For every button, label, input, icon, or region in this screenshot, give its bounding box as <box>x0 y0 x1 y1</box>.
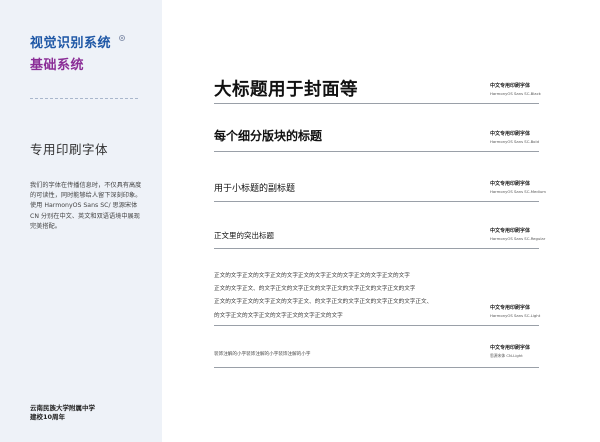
font-name: HarmonyOS Sans SC-Bold <box>490 139 539 144</box>
sample-serif-light: 装饰注解的小字装饰注解的小字装饰注解的小字 <box>214 352 311 357</box>
font-label: 中文专用印刷字体 <box>490 305 531 311</box>
sidebar: 视觉识别系统 基础系统 专用印刷字体 我们的字体在传播信息时，不仅具有高度的可读… <box>0 0 162 442</box>
body-line: 的文字正文的文字正文的文字正文的文字正文的文字 <box>214 312 343 319</box>
body-line: 正文的文字正文的文字正文的文字正文的文字正文的文字正文的文字正文的文字 <box>214 273 410 279</box>
sample-medium: 用于小标题的副标题 <box>214 184 296 194</box>
sample-regular: 正文里的突出标题 <box>214 231 274 240</box>
font-name: HarmonyOS Sans SC-Light <box>490 313 541 318</box>
font-label: 中文专用印刷字体 <box>490 131 531 137</box>
page-subtitle: 基础系统 <box>30 58 85 73</box>
section-heading: 专用印刷字体 <box>30 142 109 157</box>
body-line: 正文的文字正文、的文字正文的文字正文的文字正文的文字正文的文字正文的文字 <box>214 286 416 293</box>
section-description: 我们的字体在传播信息时，不仅具有高度的可读性，同时能够给人留下深刻印象。 使用 … <box>30 181 142 232</box>
page-title: 视觉识别系统 <box>30 36 112 51</box>
description-paragraph: 我们的字体在传播信息时，不仅具有高度的可读性，同时能够给人留下深刻印象。 <box>30 182 142 200</box>
row-divider <box>214 201 539 202</box>
font-name: HarmonyOS Sans SC-Medium <box>490 189 546 194</box>
sample-light-paragraph: 正文的文字正文的文字正文的文字正文的文字正文的文字正文的文字正文的文字 正文的文… <box>214 270 439 323</box>
font-label: 中文专用印刷字体 <box>490 345 531 351</box>
font-label: 中文专用印刷字体 <box>490 181 531 187</box>
font-name: HarmonyOS Sans SC-Black <box>490 91 541 96</box>
font-name: HarmonyOS Sans SC-Regular <box>490 236 546 241</box>
font-label: 中文专用印刷字体 <box>490 83 531 89</box>
school-name: 云南民族大学附属中学 <box>30 404 95 412</box>
school-anniversary: 建校10周年 <box>30 413 66 421</box>
font-label: 中文专用印刷字体 <box>490 228 531 234</box>
sample-bold: 每个细分版块的标题 <box>214 129 323 143</box>
body-line: 正文的文字正文的文字正文的文字正文、的文字正文的文字正文的文字正文的文字正文、 <box>214 299 433 306</box>
font-name: 思源宋体 CN-Light <box>490 353 523 358</box>
row-divider <box>214 367 539 368</box>
row-divider <box>214 325 539 326</box>
school-footer: 云南民族大学附属中学 建校10周年 <box>30 404 95 422</box>
circle-dot-icon <box>119 35 125 41</box>
row-divider <box>214 151 539 152</box>
row-divider <box>214 103 539 104</box>
sample-black: 大标题用于封面等 <box>214 80 358 100</box>
row-divider <box>214 248 539 249</box>
description-paragraph: 使用 HarmonyOS Sans SC/ 思源宋体 CN 分别在中文、英文和双… <box>30 202 140 230</box>
sidebar-divider <box>30 98 138 99</box>
